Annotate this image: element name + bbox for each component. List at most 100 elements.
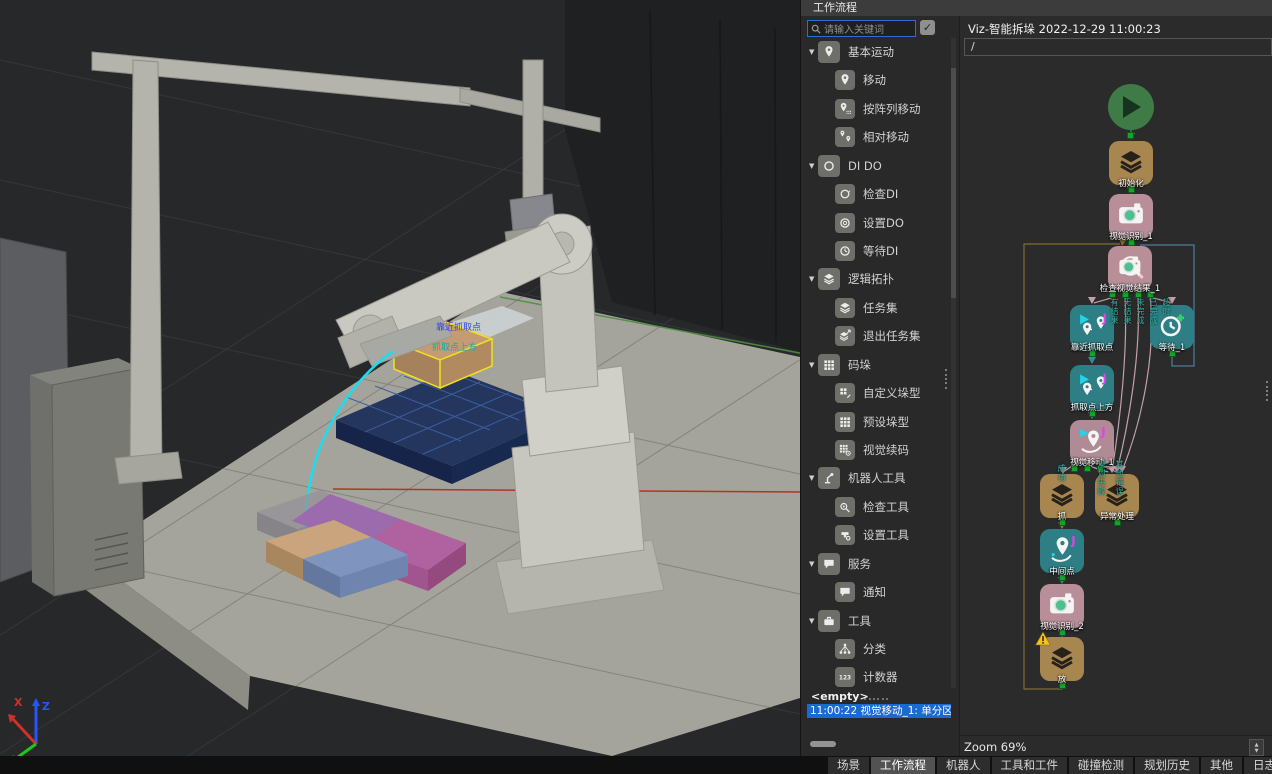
svg-text:J: J [1100,426,1105,439]
tree-item-label: 按阵列移动 [863,101,921,117]
tree-item-6-1[interactable]: 123 计数器 [801,663,949,688]
circle-wait-icon [835,241,855,261]
edge-label: 其他错误 [1114,460,1125,496]
tool-check-icon [835,497,855,517]
tool-set-icon [835,525,855,545]
tab-0[interactable]: 场景 [828,757,869,774]
tree-item-1-1[interactable]: 设置DO [801,209,949,237]
tree-group-4[interactable]: ▼机器人工具 [801,464,949,492]
edge-label: 无结果 [1122,298,1133,325]
node-label: 等待_1 [1112,341,1232,353]
tree-item-label: 设置DO [863,215,904,231]
svg-text:123: 123 [839,676,851,682]
tab-5[interactable]: 规划历史 [1135,757,1199,774]
svg-text:J: J [1070,535,1075,548]
tree-item-5-0[interactable]: 通知 [801,578,949,606]
tab-2[interactable]: 机器人 [937,757,990,774]
zoom-spinner[interactable]: ▲▼ [1249,739,1264,756]
tab-6[interactable]: 其他 [1201,757,1242,774]
tree-item-6-0[interactable]: 分类 [801,635,949,663]
node-label: 抓取点上方 [1032,401,1152,413]
workflow-node-init[interactable]: 初始化 [1109,141,1153,185]
play-icon [1120,95,1142,119]
circle-check-icon [835,184,855,204]
tree-item-label: 移动 [863,72,886,88]
edge-label: 未完成 [1135,298,1146,325]
search-placeholder: 请输入关键词 [824,21,884,36]
panel-edge-handle[interactable] [1266,380,1268,402]
workflow-node-vismove[interactable]: J视觉移动_1 [1070,420,1114,464]
camera-icon [1116,199,1146,233]
edge-label: 成功 [1056,464,1067,482]
chevron-down-icon: ▼ [809,617,818,625]
workflow-node-mid[interactable]: J中间点 [1040,529,1084,573]
pin-grid-icon [835,99,855,119]
pin-icon [818,41,840,63]
tree-group-6[interactable]: ▼工具 [801,607,949,635]
tree-item-3-2[interactable]: 视觉续码 [801,436,949,464]
tab-3[interactable]: 工具和工件 [992,757,1068,774]
workflow-node-check[interactable]: 检查视觉结果_1 [1108,246,1152,290]
workflow-node-vision2[interactable]: 视觉识别_2 [1040,584,1084,628]
tab-4[interactable]: 碰撞检测 [1069,757,1133,774]
tree-item-2-1[interactable]: 退出任务集 [801,322,949,350]
camera-icon [1047,589,1077,623]
workflow-panel: 工作流程 请输入关键词 ✓ ▼基本运动移动按阵列移动相对移动▼DI DO检查DI… [800,0,1272,756]
tree-item-4-0[interactable]: 检查工具 [801,493,949,521]
grid-icon [818,354,840,376]
edge-label: 有结果 [1109,298,1120,325]
node-label: 异常处理 [1057,510,1177,522]
bottom-tab-bar: 场景工作流程机器人工具和工件碰撞检测规划历史其他日志 [0,756,1272,774]
workflow-node-approach[interactable]: J靠近抓取点 [1070,305,1114,349]
status-message[interactable]: 11:00:22 视觉移动_1: 单分区方形 [807,704,951,718]
tree-item-0-0[interactable]: 移动 [801,66,949,94]
workflow-node-above[interactable]: J抓取点上方 [1070,365,1114,409]
robot-icon [818,467,840,489]
search-filter-checkbox[interactable]: ✓ [920,20,935,35]
tree-item-4-1[interactable]: 设置工具 [801,521,949,549]
tab-7[interactable]: 日志 [1244,757,1272,774]
tree-scrollbar[interactable] [951,38,956,688]
node-label: 放 [1002,673,1122,685]
tree-item-0-1[interactable]: 按阵列移动 [801,95,949,123]
node-label: 检查视觉结果_1 [1070,282,1190,294]
pin-pair-icon [835,127,855,147]
search-input[interactable]: 请输入关键词 [807,20,916,37]
edge-label: 超时 [1161,298,1172,316]
start-node[interactable] [1108,84,1154,130]
tree-group-3[interactable]: ▼码垛 [801,351,949,379]
tab-1[interactable]: 工作流程 [871,757,935,774]
tree-group-0[interactable]: ▼基本运动 [801,38,949,66]
tree-item-1-2[interactable]: 等待DI [801,237,949,265]
grid-custom-icon [835,383,855,403]
tree-group-2[interactable]: ▼逻辑拓扑 [801,265,949,293]
workflow-node-vision1[interactable]: 视觉识别_1 [1109,194,1153,238]
tree-item-0-2[interactable]: 相对移动 [801,123,949,151]
node-port[interactable] [1127,132,1134,139]
tree-item-2-0[interactable]: 任务集 [801,294,949,322]
node-label: 中间点 [1002,565,1122,577]
tree-item-1-0[interactable]: 检查DI [801,180,949,208]
tree-item-label: 自定义垛型 [863,385,921,401]
tree-item-3-1[interactable]: 预设垛型 [801,408,949,436]
circle-icon [818,155,840,177]
tree-group-label: 逻辑拓扑 [848,271,894,287]
vertical-splitter-handle[interactable] [945,368,947,390]
tree-group-5[interactable]: ▼服务 [801,550,949,578]
graph-canvas[interactable]: 初始化视觉识别_1检查视觉结果_1J靠近抓取点等待_1J抓取点上方J视觉移动_1… [960,16,1272,734]
layers-exit-icon [835,326,855,346]
chevron-down-icon: ▼ [809,48,818,56]
3d-viewport[interactable]: 靠近抓取点 抓取点上方 Z X [0,0,800,756]
tree-item-3-0[interactable]: 自定义垛型 [801,379,949,407]
node-label: 视觉移动_1 [1032,456,1152,468]
task-warn-icon [1047,642,1077,676]
tree-group-label: 码垛 [848,357,871,373]
tree-group-label: 机器人工具 [848,470,906,486]
tree-item-label: 通知 [863,584,886,600]
workflow-node-place[interactable]: 放 [1040,637,1084,681]
tree-group-1[interactable]: ▼DI DO [801,152,949,180]
grid-eye-icon [835,440,855,460]
tree-item-label: 计数器 [863,669,898,685]
svg-text:J: J [1102,372,1107,385]
task-icon [1047,479,1077,513]
